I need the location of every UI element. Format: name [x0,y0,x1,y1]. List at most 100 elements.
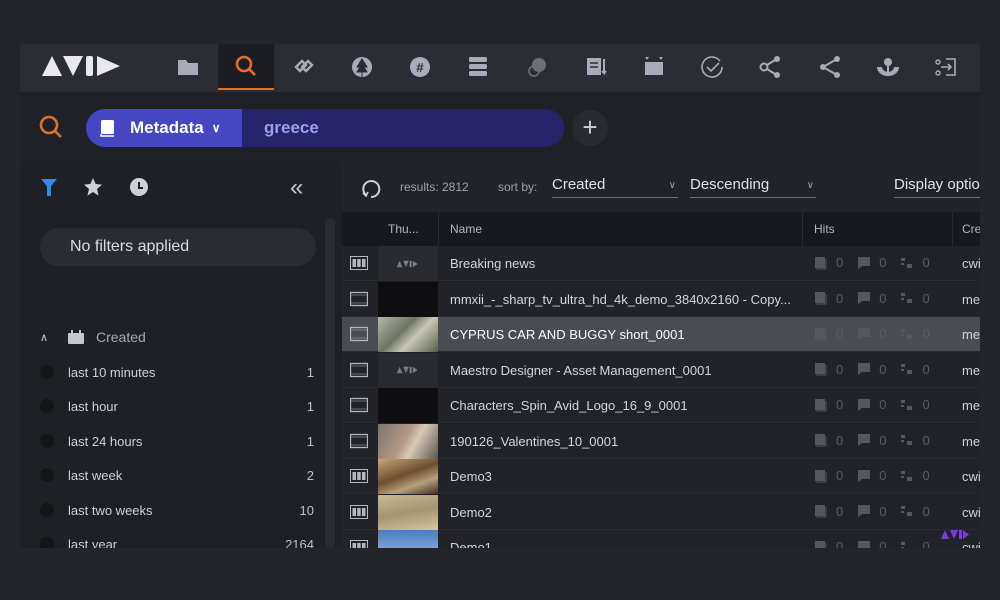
display-options-button[interactable]: Display options [894,176,980,198]
search-query-input[interactable] [242,109,564,147]
table-row[interactable]: Breaking news 0 0 0 cwi [342,246,980,281]
asset-name[interactable]: Maestro Designer - Asset Management_0001 [450,363,712,378]
thumbnail[interactable] [378,281,438,317]
thumbnail[interactable] [378,317,438,352]
column-divider[interactable] [952,212,953,246]
filter-option[interactable]: last hour 1 [40,394,314,418]
hit-counts: 0 0 0 [814,291,944,306]
table-row[interactable]: Maestro Designer - Asset Management_0001… [342,352,980,388]
sequence-icon [350,468,368,484]
svg-text:#: # [416,60,424,75]
hit-counts: 0 0 0 [814,326,944,341]
table-row[interactable]: Demo2 0 0 0 cwi [342,494,980,530]
link-icon[interactable] [276,44,332,90]
table-row[interactable]: CYPRUS CAR AND BUGGY short_0001 0 0 0 me [342,317,980,352]
markers-icon [900,504,922,518]
import-icon[interactable] [918,44,974,90]
sidebar-tabs: « [20,162,336,212]
thumbnail[interactable] [378,352,438,388]
calendar-icon [68,330,84,344]
asset-name[interactable]: Demo2 [450,505,492,520]
asset-name[interactable]: mmxii_-_sharp_tv_ultra_hd_4k_demo_3840x2… [450,292,791,307]
table-row[interactable]: Characters_Spin_Avid_Logo_16_9_0001 0 0 0 me [342,388,980,423]
asset-name[interactable]: CYPRUS CAR AND BUGGY short_0001 [450,327,685,342]
add-search-criteria-button[interactable]: + [572,110,608,146]
sort-field-select[interactable]: Created ∨ [552,176,678,198]
hit-counts: 0 0 0 [814,468,944,483]
storage-icon[interactable] [450,44,506,90]
share-icon[interactable] [802,44,858,90]
filter-label: last hour [68,398,118,414]
book-icon [814,291,836,305]
radio-button[interactable] [40,434,54,448]
refresh-icon[interactable] [360,178,382,200]
search-icon[interactable] [218,44,274,90]
filter-option[interactable]: last year 2164 [40,532,314,548]
filter-icon[interactable] [38,176,60,198]
star-icon[interactable] [82,176,104,198]
collapse-sidebar-button[interactable]: « [290,174,303,202]
radio-button[interactable] [40,503,54,517]
folder-icon[interactable] [160,44,216,90]
table-row[interactable]: Demo3 0 0 0 cwi [342,459,980,494]
share-node-icon[interactable] [742,44,798,90]
table-row[interactable]: Demo1 0 0 0 cwi [342,530,980,548]
filter-group-created[interactable]: ∧ Created [40,325,146,349]
asset-name[interactable]: 190126_Valentines_10_0001 [450,434,618,449]
hit-counts: 0 0 0 [814,362,944,377]
column-header-created[interactable]: Cre [962,222,980,236]
radio-button[interactable] [40,399,54,413]
filter-option[interactable]: last 24 hours 1 [40,429,314,453]
filter-option[interactable]: last week 2 [40,463,314,487]
list-download-icon[interactable] [568,44,624,90]
column-divider[interactable] [802,212,803,246]
search-mode-dropdown[interactable]: Metadata ∨ [86,109,242,147]
hit-counts: 0 0 0 [814,255,944,270]
filter-option[interactable]: last two weeks 10 [40,498,314,522]
frame-icon[interactable] [626,44,682,90]
table-row[interactable]: 190126_Valentines_10_0001 0 0 0 me [342,423,980,459]
clip-icon [349,326,369,342]
hit-count: 0 [922,397,930,412]
filter-option[interactable]: last 10 minutes 1 [40,360,314,384]
hit-counts: 0 0 0 [814,539,944,548]
thumbnail[interactable] [378,530,438,548]
hit-count: 0 [879,290,887,306]
thumbnail[interactable] [378,246,438,281]
column-divider[interactable] [438,212,439,246]
thumbnail[interactable] [378,494,438,530]
filter-label: last week [68,467,123,483]
results-count: results: 2812 [400,180,469,194]
asset-name[interactable]: Demo1 [450,540,492,548]
check-circle-icon[interactable] [684,44,740,90]
table-row[interactable]: mmxii_-_sharp_tv_ultra_hd_4k_demo_3840x2… [342,281,980,317]
filter-count: 2 [306,467,314,483]
thumbnail[interactable] [378,423,438,459]
column-header-thumbnail[interactable]: Thu... [388,222,419,236]
hit-count: 0 [922,361,930,377]
sidebar-scrollbar[interactable] [325,218,335,548]
circles-icon[interactable] [510,44,566,90]
hit-count: 0 [879,397,887,412]
asset-name[interactable]: Breaking news [450,256,535,271]
hit-count: 0 [836,432,844,448]
book-icon [814,327,836,341]
hashtag-icon[interactable]: # [392,44,448,90]
thumbnail[interactable] [378,459,438,494]
hit-count: 0 [836,539,844,548]
tree-icon[interactable] [334,44,390,90]
asset-name[interactable]: Characters_Spin_Avid_Logo_16_9_0001 [450,398,688,413]
radio-button[interactable] [40,537,54,548]
network-icon[interactable] [860,44,916,90]
chevron-down-icon: ∨ [806,180,814,191]
radio-button[interactable] [40,468,54,482]
clock-icon[interactable] [128,176,150,198]
asset-name[interactable]: Demo3 [450,469,492,484]
column-header-hits[interactable]: Hits [814,222,835,236]
avid-watermark-icon [941,530,969,539]
thumbnail[interactable] [378,388,438,423]
markers-icon [900,398,922,412]
sort-order-select[interactable]: Descending ∨ [690,176,816,198]
column-header-name[interactable]: Name [450,222,482,236]
radio-button[interactable] [40,365,54,379]
